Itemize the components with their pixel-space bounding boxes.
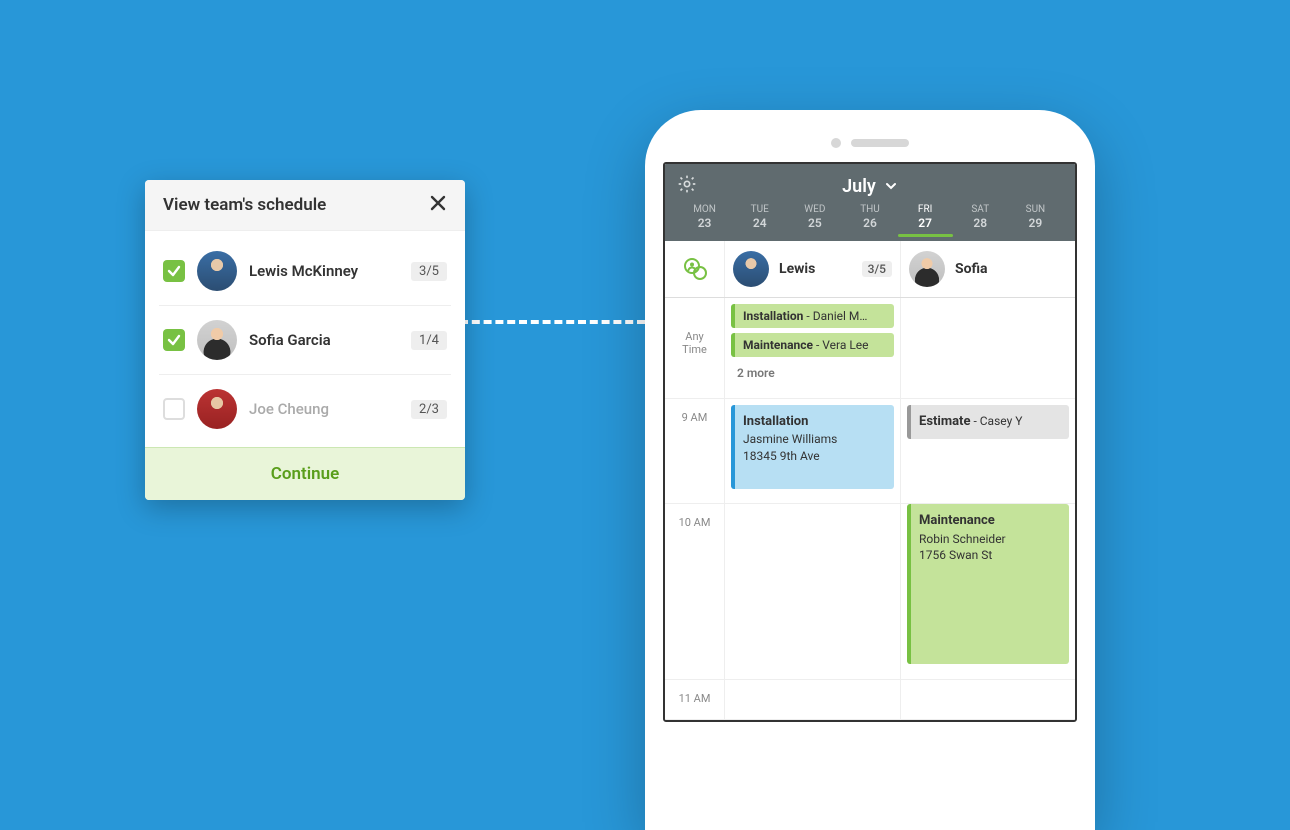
time-label-10am: 10 AM xyxy=(665,504,725,679)
more-events-link[interactable]: 2 more xyxy=(731,362,894,384)
phone-device: July MON23 TUE24 WED25 THU26 FRI27 SAT28… xyxy=(645,110,1095,830)
phone-screen: July MON23 TUE24 WED25 THU26 FRI27 SAT28… xyxy=(663,162,1077,722)
cell-lewis-10am xyxy=(725,504,900,679)
schedule-grid: Any Time Installation - Daniel M… Mainte… xyxy=(665,298,1075,720)
avatar xyxy=(197,251,237,291)
member-name: Joe Cheung xyxy=(249,400,399,418)
day-fri[interactable]: FRI27 xyxy=(898,204,953,237)
ratio-badge: 3/5 xyxy=(411,262,447,281)
anytime-cell-sofia xyxy=(900,298,1075,399)
cell-sofia-9am: Estimate - Casey Y xyxy=(900,399,1075,504)
checkbox-icon[interactable] xyxy=(163,329,185,351)
time-label-anytime: Any Time xyxy=(665,298,725,399)
day-wed[interactable]: WED25 xyxy=(787,204,842,237)
gear-icon[interactable] xyxy=(677,174,697,198)
column-name: Lewis xyxy=(779,261,815,277)
column-head-sofia[interactable]: Sofia xyxy=(900,241,1075,297)
month-picker[interactable]: July xyxy=(707,176,1033,197)
ratio-badge: 2/3 xyxy=(411,400,447,419)
close-icon[interactable] xyxy=(429,194,447,216)
ratio-badge: 1/4 xyxy=(411,331,447,350)
event-card[interactable]: Estimate - Casey Y xyxy=(907,405,1069,439)
week-strip: MON23 TUE24 WED25 THU26 FRI27 SAT28 SUN2… xyxy=(677,204,1063,241)
event-card[interactable]: Maintenance Robin Schneider 1756 Swan St xyxy=(907,504,1069,664)
connector-line xyxy=(460,320,645,324)
avatar xyxy=(197,320,237,360)
chevron-down-icon xyxy=(884,179,898,193)
popover-title: View team's schedule xyxy=(163,195,326,215)
speaker-icon xyxy=(851,139,909,147)
time-label-11am: 11 AM xyxy=(665,680,725,720)
ratio-badge: 3/5 xyxy=(862,261,892,277)
month-label: July xyxy=(842,176,876,197)
event-pill[interactable]: Installation - Daniel M… xyxy=(731,304,894,328)
phone-hardware-top xyxy=(663,128,1077,162)
avatar xyxy=(197,389,237,429)
column-name: Sofia xyxy=(955,261,988,277)
avatar xyxy=(733,251,769,287)
team-row-joe[interactable]: Joe Cheung 2/3 xyxy=(159,375,451,443)
camera-icon xyxy=(831,138,841,148)
avatar xyxy=(909,251,945,287)
member-name: Sofia Garcia xyxy=(249,331,399,349)
cell-lewis-9am: Installation Jasmine Williams 18345 9th … xyxy=(725,399,900,504)
checkbox-icon[interactable] xyxy=(163,398,185,420)
cell-sofia-10am: Maintenance Robin Schneider 1756 Swan St xyxy=(900,504,1075,679)
team-icon[interactable] xyxy=(665,241,725,297)
day-sat[interactable]: SAT28 xyxy=(953,204,1008,237)
calendar-header: July MON23 TUE24 WED25 THU26 FRI27 SAT28… xyxy=(665,164,1075,241)
team-list: Lewis McKinney 3/5 Sofia Garcia 1/4 Joe … xyxy=(145,231,465,447)
time-label-9am: 9 AM xyxy=(665,399,725,504)
day-sun[interactable]: SUN29 xyxy=(1008,204,1063,237)
member-name: Lewis McKinney xyxy=(249,262,399,280)
cell-lewis-11am xyxy=(725,680,900,720)
event-card[interactable]: Installation Jasmine Williams 18345 9th … xyxy=(731,405,894,489)
day-thu[interactable]: THU26 xyxy=(842,204,897,237)
team-row-lewis[interactable]: Lewis McKinney 3/5 xyxy=(159,237,451,306)
checkbox-icon[interactable] xyxy=(163,260,185,282)
columns-head: Lewis 3/5 Sofia xyxy=(665,241,1075,298)
day-mon[interactable]: MON23 xyxy=(677,204,732,237)
team-schedule-popover: View team's schedule Lewis McKinney 3/5 … xyxy=(145,180,465,500)
team-row-sofia[interactable]: Sofia Garcia 1/4 xyxy=(159,306,451,375)
day-tue[interactable]: TUE24 xyxy=(732,204,787,237)
anytime-cell-lewis: Installation - Daniel M… Maintenance - V… xyxy=(725,298,900,399)
continue-button[interactable]: Continue xyxy=(145,447,465,500)
cell-sofia-11am xyxy=(900,680,1075,720)
column-head-lewis[interactable]: Lewis 3/5 xyxy=(725,241,900,297)
event-pill[interactable]: Maintenance - Vera Lee xyxy=(731,333,894,357)
